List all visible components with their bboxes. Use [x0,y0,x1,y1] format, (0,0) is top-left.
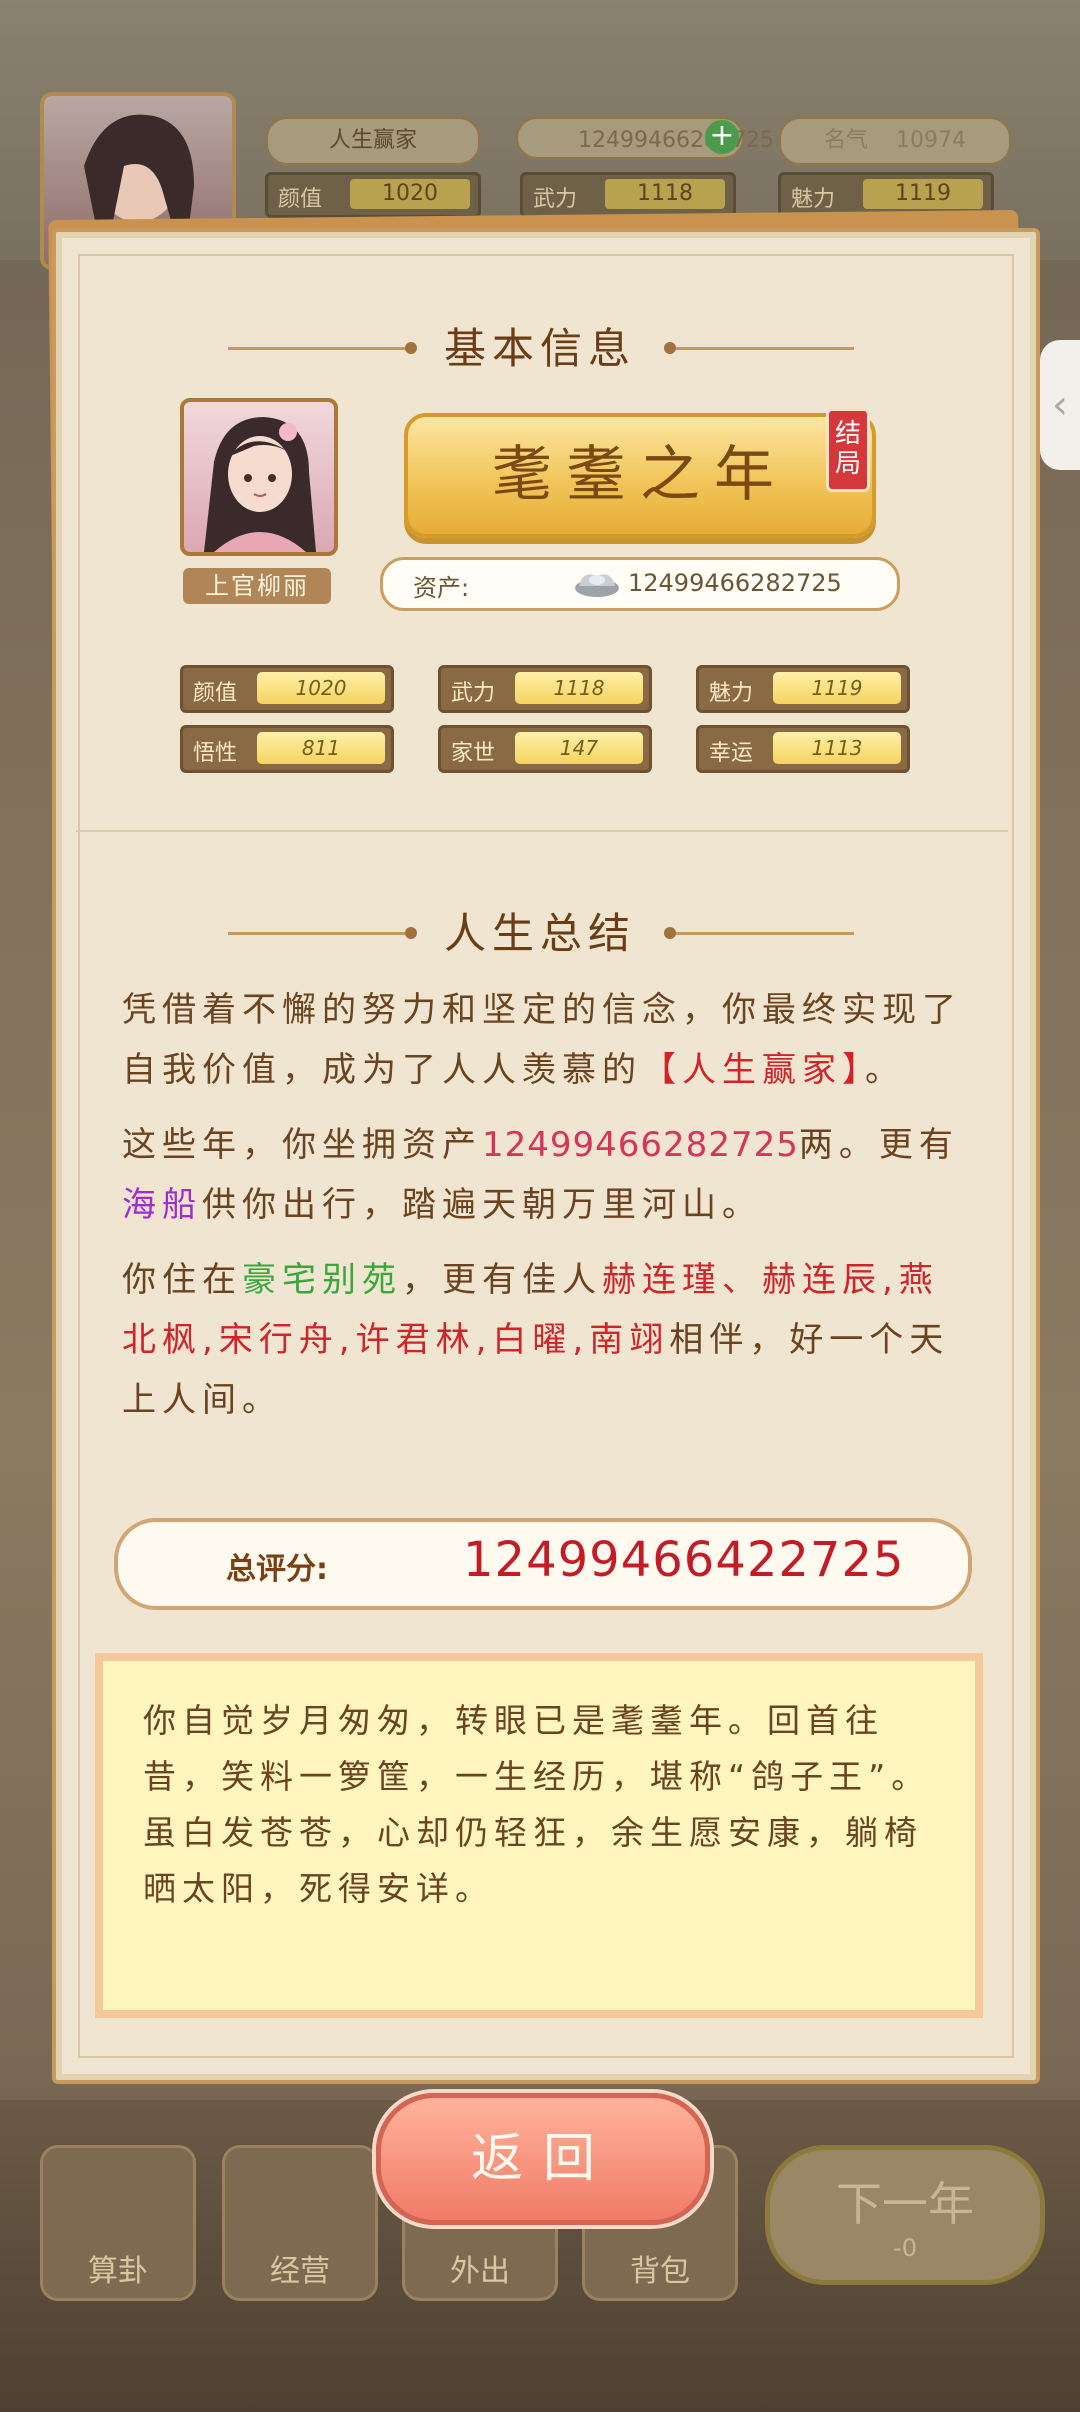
epilogue-text: 你自觉岁月匆匆，转眼已是耄耋年。回首往昔，笑料一箩筐，一生经历，堪称“鸽子王”。… [143,1701,931,1908]
total-score-value: 12499466422725 [463,1532,905,1588]
next-year-label: 下一年 [836,2177,974,2231]
silver-ingot-icon [575,574,619,597]
hud-stat: 颜值 1020 [265,172,481,218]
ending-tag: 结局 [826,408,870,492]
add-silver-button[interactable]: + [705,120,739,154]
total-score-label: 总评分: [226,1552,328,1587]
hud-status: 人生赢家 [265,116,481,166]
stat-jiashi: 家世 147 [438,725,652,773]
character-name: 上官柳丽 [183,568,331,604]
section-divider [76,830,1008,832]
summary-paragraph-3: 你住在豪宅别苑，更有佳人赫连瑾、赫连辰,燕北枫,宋行舟,许君林,白曜,南翊相伴，… [122,1260,950,1420]
next-year-button[interactable]: 下一年 -0 [765,2145,1045,2285]
epilogue-box: 你自觉岁月匆匆，转眼已是耄耋年。回首往昔，笑料一箩筐，一生经历，堪称“鸽子王”。… [95,1653,983,2018]
basic-info-title: 基本信息 [443,324,636,373]
character-portrait [180,398,338,556]
stat-xingyun: 幸运 1113 [696,725,910,773]
summary-paragraph-1: 凭借着不懈的努力和坚定的信念，你最终实现了自我价值，成为了人人羡慕的【人生赢家】… [122,990,962,1090]
hud-stat: 武力 1118 [520,172,736,218]
summary-paragraph-2: 这些年，你坐拥资产12499466282725两。更有海船供你出行，踏遍天朝万里… [122,1125,959,1225]
asset-bar: 资产: 12499466282725 [380,557,900,611]
nav-jingying-button[interactable]: 经营 [222,2145,378,2301]
next-year-cost: -0 [893,2234,917,2262]
stat-wuxing: 悟性 811 [180,725,394,773]
life-stage-banner: 耄耋之年 [404,413,876,538]
stat-meili: 魅力 1119 [696,665,910,713]
nav-suangua-button[interactable]: 算卦 [40,2145,196,2301]
stat-yanzhi: 颜值 1020 [180,665,394,713]
stat-wuli: 武力 1118 [438,665,652,713]
total-score-bar: 总评分: 12499466422725 [114,1518,972,1610]
hud-fame: 名气 10974 [778,116,1012,166]
portrait-art [204,417,316,552]
back-button[interactable]: 返回 [376,2093,710,2225]
life-summary-title: 人生总结 [443,909,636,958]
asset-value: 12499466282725 [628,569,842,597]
asset-label: 资产: [413,574,470,602]
